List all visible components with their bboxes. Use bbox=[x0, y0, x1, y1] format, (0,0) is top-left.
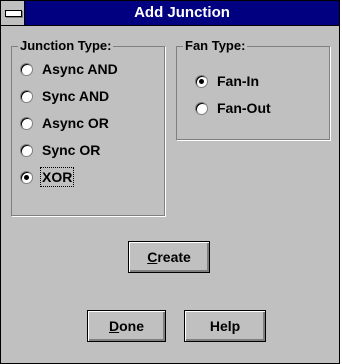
radio-button-sync-or[interactable] bbox=[20, 143, 33, 157]
label-async-or: Async OR bbox=[42, 115, 109, 131]
label-sync-or: Sync OR bbox=[42, 142, 101, 158]
radio-button-async-or[interactable] bbox=[20, 116, 33, 130]
radio-fan-out[interactable]: Fan-Out bbox=[195, 99, 271, 117]
done-mnemonic: D bbox=[108, 318, 120, 334]
radio-sync-and[interactable]: Sync AND bbox=[20, 87, 109, 105]
label-fan-in: Fan-In bbox=[217, 73, 259, 89]
radio-xor[interactable]: XOR bbox=[20, 167, 75, 187]
radio-button-fan-in[interactable] bbox=[195, 74, 208, 88]
help-label: Help bbox=[209, 318, 241, 334]
system-menu-button[interactable] bbox=[1, 1, 25, 25]
radio-button-xor[interactable] bbox=[20, 170, 33, 184]
done-label: one bbox=[119, 318, 144, 334]
fan-type-group: Fan Type: Fan-In Fan-Out bbox=[176, 38, 330, 140]
label-fan-out: Fan-Out bbox=[217, 100, 271, 116]
junction-type-title: Junction Type: bbox=[18, 38, 114, 54]
done-button[interactable]: Done bbox=[87, 310, 166, 342]
radio-button-sync-and[interactable] bbox=[20, 89, 33, 103]
title-bar: Add Junction bbox=[1, 1, 339, 26]
dialog-title: Add Junction bbox=[134, 4, 230, 21]
radio-async-or[interactable]: Async OR bbox=[20, 114, 109, 132]
radio-sync-or[interactable]: Sync OR bbox=[20, 141, 100, 159]
label-xor: XOR bbox=[39, 167, 75, 187]
fan-type-title: Fan Type: bbox=[183, 38, 248, 54]
create-label: reate bbox=[157, 249, 191, 265]
create-button[interactable]: Create bbox=[128, 241, 210, 273]
create-mnemonic: C bbox=[147, 249, 158, 265]
radio-button-fan-out[interactable] bbox=[195, 101, 208, 115]
radio-async-and[interactable]: Async AND bbox=[20, 60, 118, 78]
label-sync-and: Sync AND bbox=[42, 88, 110, 104]
radio-button-async-and[interactable] bbox=[20, 62, 33, 76]
junction-type-group: Junction Type: Async AND Sync AND Async … bbox=[11, 38, 165, 216]
system-menu-icon bbox=[5, 10, 22, 17]
radio-fan-in[interactable]: Fan-In bbox=[195, 72, 259, 90]
label-async-and: Async AND bbox=[42, 61, 118, 77]
help-button[interactable]: Help bbox=[184, 310, 266, 342]
add-junction-dialog: Add Junction Junction Type: Async AND Sy… bbox=[0, 0, 340, 364]
